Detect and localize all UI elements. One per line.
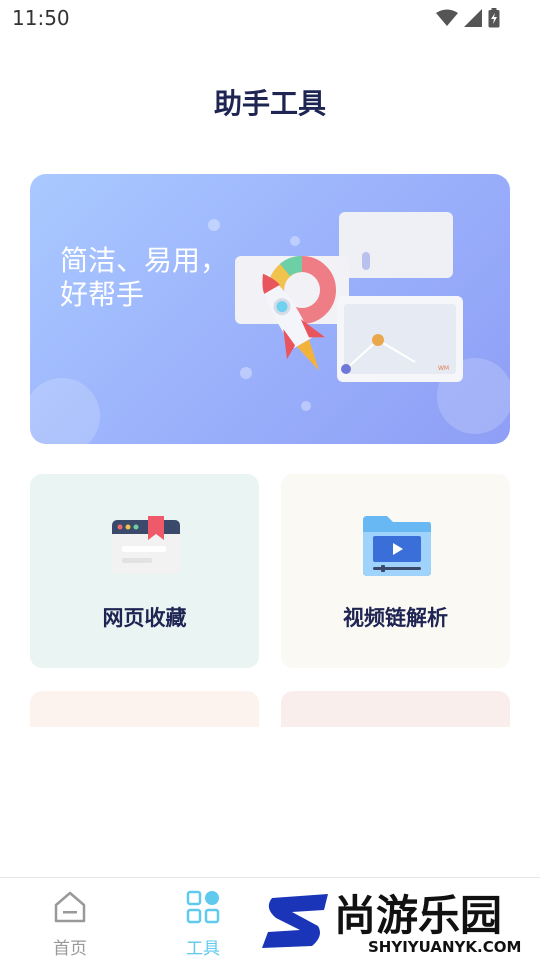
hero-banner: WM 简洁、易用， 好帮手 (30, 174, 510, 444)
tool-card-web-bookmarks[interactable]: 网页收藏 (30, 474, 259, 668)
tool-card-label: 视频链解析 (343, 606, 448, 630)
grid-icon (186, 890, 220, 924)
status-bar: 11:50 (0, 0, 540, 36)
banner-slogan-line2: 好帮手 (60, 278, 145, 311)
status-time: 11:50 (12, 6, 70, 30)
video-folder-icon (363, 516, 431, 576)
web-bookmark-icon (112, 516, 180, 574)
watermark-url: SHYIYUANYK.COM (368, 938, 521, 956)
tool-card-label: 网页收藏 (102, 606, 187, 630)
wifi-icon (436, 9, 458, 26)
cellular-signal-icon (464, 9, 482, 27)
tab-tools[interactable]: 工具 (153, 878, 253, 961)
battery-charging-icon (488, 8, 500, 28)
site-watermark: 尚游乐园 SHYIYUANYK.COM (258, 880, 540, 960)
tool-card-partial-left[interactable] (30, 691, 259, 727)
watermark-logo: 尚游乐园 SHYIYUANYK.COM (262, 891, 521, 956)
watermark-brand: 尚游乐园 (334, 891, 502, 940)
tab-home[interactable]: 首页 (20, 878, 120, 961)
tool-card-partial-right[interactable] (281, 691, 510, 727)
banner-slogan-line1: 简洁、易用， (60, 244, 229, 277)
tab-home-label: 首页 (53, 939, 87, 959)
tab-tools-label: 工具 (186, 939, 220, 959)
svg-text:WM: WM (438, 365, 449, 372)
home-icon (54, 891, 86, 923)
page-title: 助手工具 (213, 87, 326, 120)
banner-slogan: 简洁、易用， 好帮手 (60, 244, 230, 312)
tool-card-video-parser[interactable]: 视频链解析 (281, 474, 510, 668)
status-icons (436, 8, 500, 28)
